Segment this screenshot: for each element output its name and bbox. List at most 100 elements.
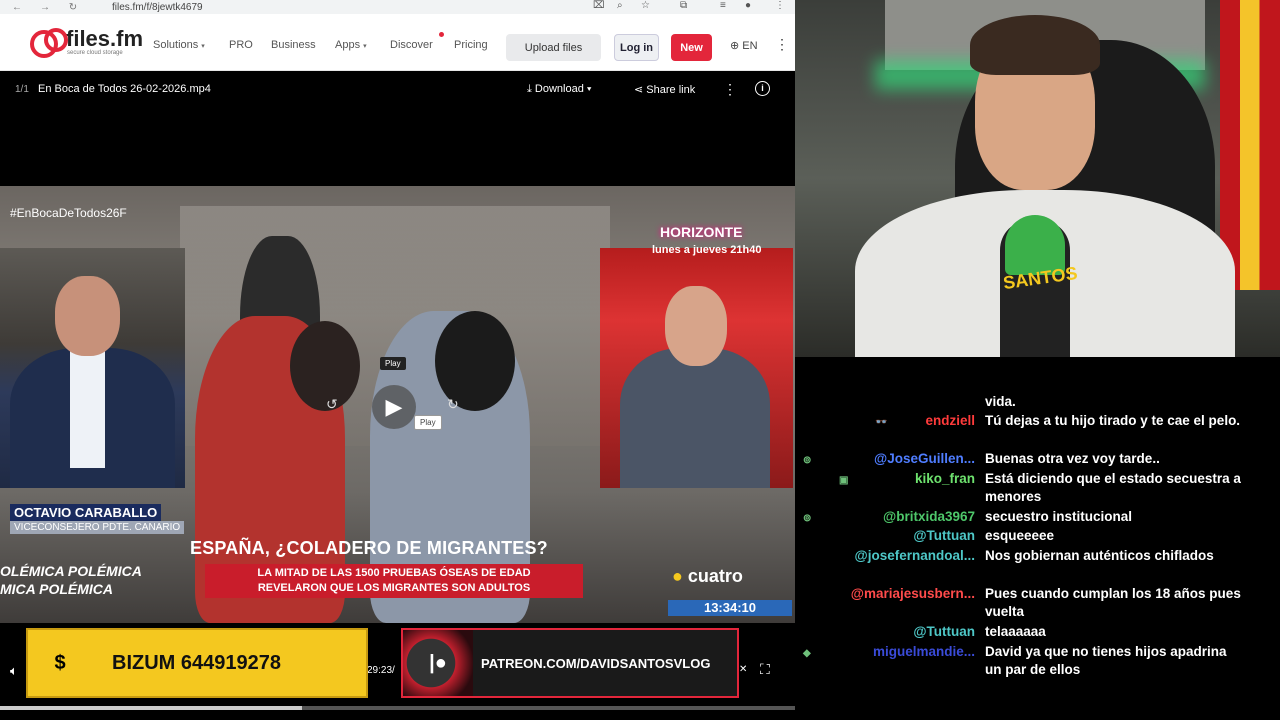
menu-pricing[interactable]: Pricing [454, 39, 488, 51]
menu-pro[interactable]: PRO [229, 39, 253, 51]
profile-avatar-icon[interactable]: ● [745, 0, 751, 11]
menu-label: PRO [229, 39, 253, 51]
chat-badge-icon: 👓 [875, 417, 888, 428]
site-menu-icon[interactable]: ⋮ [775, 36, 789, 53]
reload-icon[interactable]: ↻ [62, 2, 84, 13]
spain-flag [1220, 0, 1280, 290]
progress-bar[interactable] [0, 706, 795, 710]
media-icon[interactable]: ≡ [720, 0, 726, 11]
chat-text: Pues cuando cumplan los 18 años pues vue… [985, 586, 1241, 619]
download-label: Download [534, 83, 584, 95]
chevron-down-icon: ▾ [363, 43, 367, 50]
chat-username[interactable]: @mariajesusbern... [851, 585, 975, 603]
browser-menu-icon[interactable]: ⋮ [775, 0, 785, 11]
chat-message: ⊚ @britxida3967 secuestro institucional [795, 508, 1280, 526]
guest-inset [0, 248, 185, 488]
info-icon[interactable]: i [755, 81, 770, 96]
webcam-feed: SANTOS [795, 0, 1280, 357]
share-label: Share link [646, 84, 696, 96]
download-icon: ⤓ [527, 83, 535, 95]
chat-badge-icon: ⊚ [803, 455, 812, 466]
bookmark-star-icon[interactable]: ☆ [641, 0, 650, 11]
fullscreen-icon[interactable]: ⛶ [760, 661, 770, 678]
menu-solutions[interactable]: Solutions ▾ [153, 39, 205, 51]
close-icon[interactable]: ✕ [739, 664, 747, 675]
chat-username[interactable]: endziell [925, 412, 975, 430]
extensions-icon[interactable]: ⧉ [680, 0, 687, 11]
menu-label: Apps [335, 39, 361, 51]
menu-business[interactable]: Business [271, 39, 316, 51]
video-figure [290, 321, 360, 411]
translate-icon[interactable]: ⌧ [593, 0, 605, 11]
language-label: EN [742, 40, 758, 52]
chat-username[interactable]: @Tuttuan [913, 623, 975, 641]
chat-message: @Tuttuan telaaaaaa [795, 623, 1280, 641]
rewind-10-icon[interactable]: ↺ [326, 396, 338, 413]
notification-dot [439, 32, 444, 37]
forward-10-icon[interactable]: ↻ [447, 396, 459, 413]
chat-message: ▣ kiko_fran Está diciendo que el estado se… [795, 470, 1280, 506]
menu-discover[interactable]: Discover [390, 39, 433, 51]
menu-label: Pricing [454, 39, 488, 51]
chat-message: 👓 endziell Tú dejas a tu hijo tirado y te … [795, 412, 1280, 448]
play-button[interactable]: ▶ [372, 385, 416, 429]
chat-text: Nos gobiernan auténticos chiflados [985, 548, 1214, 563]
chat-username[interactable]: @josefernandoal... [855, 547, 975, 565]
chat-text: Buenas otra vez voy tarde.. [985, 451, 1160, 466]
subheadline-line: REVELARON QUE LOS MIGRANTES SON ADULTOS [257, 582, 531, 594]
channel-logo: ● cuatro [672, 566, 743, 587]
guest-face [55, 276, 120, 356]
address-bar: ← → ↻ files.fm/f/8jewtk4679 ⌧ ⌕ ☆ ⧉ ≡ ● … [0, 0, 795, 14]
chat-username[interactable]: @britxida3967 [883, 508, 975, 526]
ticker-line: OLÉMICA POLÉMICA [0, 563, 142, 579]
dollar-icon: $ [54, 651, 66, 674]
menu-label: Discover [390, 39, 433, 51]
broadcast-clock: 13:34:10 [668, 600, 792, 616]
chat-message: vida. [795, 393, 1280, 411]
progress-fill [0, 706, 303, 710]
more-options-icon[interactable]: ⋮ [723, 81, 737, 98]
presenter-body [620, 348, 770, 488]
chat-badge-icon: ◆ [803, 648, 811, 659]
language-selector[interactable]: ⊕ EN [730, 39, 758, 52]
volume-icon[interactable]: 🔈︎ [10, 663, 18, 679]
login-button[interactable]: Log in [614, 34, 659, 61]
url-field[interactable]: files.fm/f/8jewtk4679 [112, 2, 203, 13]
chat-username[interactable]: kiko_fran [915, 470, 975, 488]
video-player[interactable]: #EnBocaDeTodos26F OCTAVIO CARABALLO VICE… [0, 186, 795, 623]
share-link-button[interactable]: ⋖ Share link [634, 83, 695, 96]
file-name: En Boca de Todos 26-02-2026.mp4 [38, 83, 211, 95]
chat-text: telaaaaaa [985, 624, 1046, 639]
guest-name: OCTAVIO CARABALLO [10, 504, 162, 521]
chat-text: Está diciendo que el estado secuestra a … [985, 471, 1241, 504]
presenter-inset [600, 248, 793, 488]
promo-title: HORIZONTE [660, 224, 743, 240]
chat-username[interactable]: @Tuttuan [913, 527, 975, 545]
chevron-down-icon: ▾ [201, 43, 205, 50]
play-tooltip: Play [380, 357, 406, 370]
files-fm-logo[interactable]: files.fm secure cloud storage [30, 28, 143, 58]
promo-subtitle: lunes a jueves 21h40 [652, 244, 762, 256]
patreon-icon: |● [403, 630, 473, 696]
zoom-icon[interactable]: ⌕ [617, 0, 623, 11]
chat-username[interactable]: @JoseGuillen... [874, 450, 975, 468]
back-icon[interactable]: ← [6, 2, 28, 13]
menu-apps[interactable]: Apps ▾ [335, 39, 367, 51]
video-hashtag: #EnBocaDeTodos26F [10, 206, 127, 220]
download-button[interactable]: ⤓ Download ▾ [527, 83, 592, 96]
forward-icon[interactable]: → [34, 2, 56, 13]
chat-message: ⊚ @JoseGuillen... Buenas otra vez voy tard… [795, 450, 1280, 468]
stream-layout: ← → ↻ files.fm/f/8jewtk4679 ⌧ ⌕ ☆ ⧉ ≡ ● … [0, 0, 1280, 720]
patreon-banner: |● PATREON.COM/DAVIDSANTOSVLOG [401, 628, 739, 698]
chat-username[interactable]: miguelmandie... [873, 643, 975, 661]
ticker-polemica: OLÉMICA POLÉMICA MICA POLÉMICA [0, 562, 142, 598]
chevron-down-icon: ▾ [583, 83, 592, 95]
chat-text: esqueeeee [985, 528, 1055, 543]
new-button[interactable]: New [671, 34, 712, 61]
upload-files-button[interactable]: Upload files [506, 34, 601, 61]
subheadline-box: LA MITAD DE LAS 1500 PRUEBAS ÓSEAS DE ED… [205, 564, 583, 598]
chat-message: @josefernandoal... Nos gobiernan auténtic… [795, 547, 1280, 583]
share-icon: ⋖ [634, 84, 647, 96]
bizum-text: BIZUM 644919278 [112, 651, 281, 674]
current-time: 29:23/ [367, 665, 395, 676]
